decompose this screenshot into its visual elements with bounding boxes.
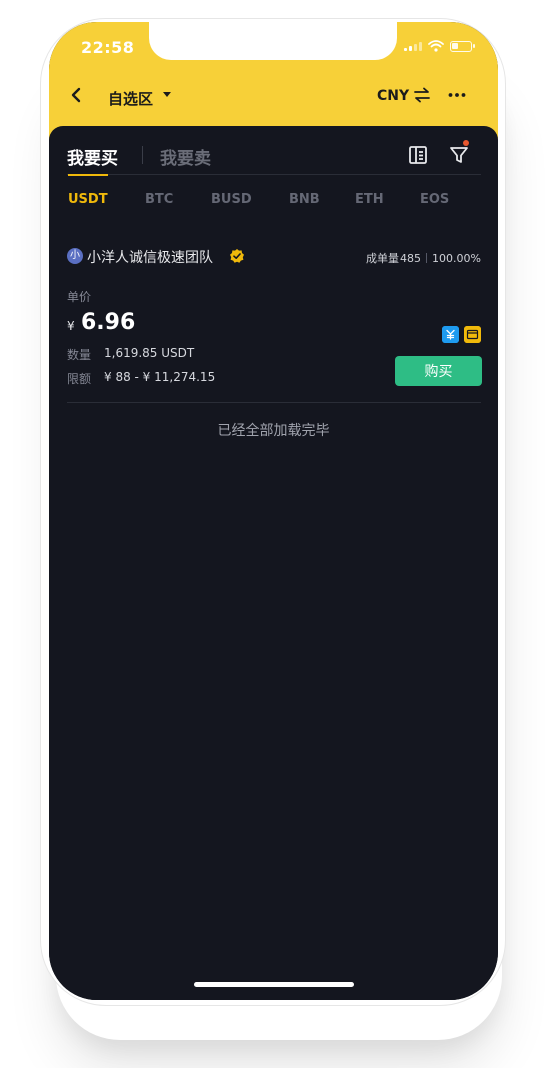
coin-tab-eos[interactable]: EOS [420,192,449,207]
status-icons [404,40,475,52]
alipay-icon [442,326,459,343]
coin-tab-bnb[interactable]: BNB [289,192,320,207]
orders-icon[interactable] [407,144,429,166]
back-icon[interactable] [69,86,83,104]
orders-label: 成单量 [366,252,400,265]
tabs-separator [67,174,481,175]
tab-buy[interactable]: 我要买 [67,144,118,169]
active-coin-indicator [68,174,108,176]
coin-tab-btc[interactable]: BTC [145,192,173,207]
battery-icon [450,40,475,52]
signal-icon [404,41,422,51]
app-screen: 22:58 自选区 CNY 我要买 我要卖 USDT BTC BUSD BNB … [49,22,498,1000]
quantity-value: 1,619.85 USDT [104,346,195,360]
top-bar: 自选区 CNY [49,78,498,118]
quantity-label: 数量 [67,348,92,362]
currency-label[interactable]: CNY [377,88,409,104]
completion-rate: 100.00% [432,251,481,265]
merchant-avatar[interactable]: 小 [67,248,83,264]
orders-count: 485 [400,251,422,265]
price-currency-symbol: ¥ [67,319,75,333]
coin-tab-usdt[interactable]: USDT [68,192,108,207]
caret-down-icon[interactable] [163,92,171,97]
wifi-icon [428,40,444,52]
filter-badge-dot [463,140,469,146]
listing-separator [67,402,481,403]
limit-value: ¥ 88 - ¥ 11,274.15 [104,370,216,384]
merchant-name[interactable]: 小洋人诚信极速团队 [87,247,213,267]
merchant-stats: 成单量 485 100.00% [366,250,481,266]
end-of-list-note: 已经全部加载完毕 [217,423,330,439]
bank-card-icon [464,326,481,343]
market-selector[interactable]: 自选区 [108,88,153,109]
home-indicator[interactable] [194,982,354,987]
coin-tab-eth[interactable]: ETH [355,192,384,207]
verified-icon [230,249,244,263]
tab-divider [142,146,143,164]
status-time: 22:58 [81,38,135,57]
limit-label: 限额 [67,372,92,386]
main-panel: 我要买 我要卖 USDT BTC BUSD BNB ETH EOS 小 小洋人诚… [49,126,498,1000]
price-label: 单价 [67,290,92,304]
more-icon[interactable] [447,86,467,104]
filter-icon[interactable] [448,144,470,166]
device-notch [149,22,397,60]
price-value: 6.96 [81,310,136,335]
coin-tab-busd[interactable]: BUSD [211,192,252,207]
stats-divider [426,253,428,263]
swap-icon[interactable] [413,86,431,104]
buy-button[interactable]: 购买 [395,356,482,386]
tab-sell[interactable]: 我要卖 [160,144,211,169]
